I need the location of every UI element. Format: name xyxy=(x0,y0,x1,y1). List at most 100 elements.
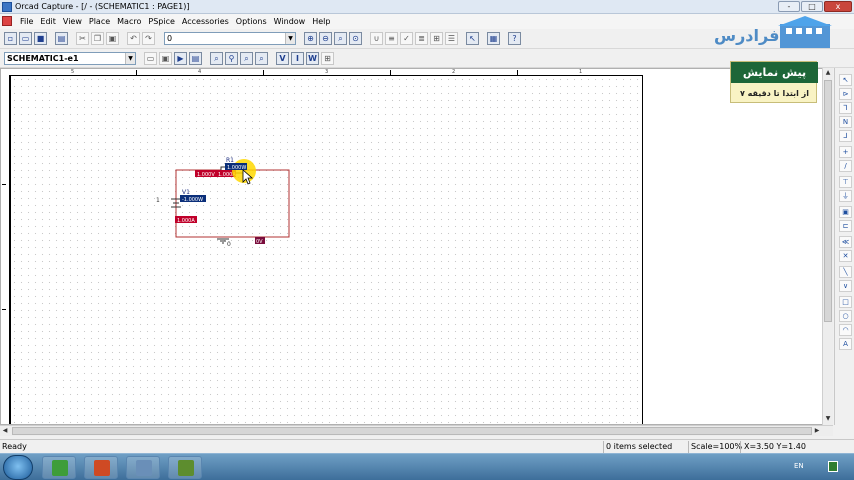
menu-file[interactable]: File xyxy=(20,14,38,29)
view-results-icon[interactable]: ▤ xyxy=(189,52,202,65)
drc-icon[interactable]: ✓ xyxy=(400,32,413,45)
voltage-marker-icon[interactable]: ⌕ xyxy=(210,52,223,65)
rectangle-icon[interactable]: □ xyxy=(839,296,852,308)
vertical-scrollbar[interactable]: ▲ ▼ xyxy=(822,68,833,425)
net-alias-icon[interactable]: N xyxy=(839,116,852,128)
arc-icon[interactable]: ◠ xyxy=(839,324,852,336)
menu-window[interactable]: Window xyxy=(274,14,311,29)
menu-pspice[interactable]: PSpice xyxy=(148,14,180,29)
maximize-button[interactable]: □ xyxy=(801,1,823,12)
ground-voltage[interactable]: 0V xyxy=(256,239,263,245)
part-combo[interactable]: 0 ▼ xyxy=(164,32,296,45)
line-icon[interactable]: ╲ xyxy=(839,266,852,278)
undo-icon[interactable]: ↶ xyxy=(127,32,140,45)
netlist-icon[interactable]: ≣ xyxy=(415,32,428,45)
power-icon[interactable]: ⊤ xyxy=(839,176,852,188)
schematic-canvas[interactable]: 5 4 3 2 1 R1 1.000W 1.000V 1.000A V1 -1.… xyxy=(0,68,833,425)
promo-subtitle: از ابتدا تا دقیقه ۷ xyxy=(740,89,809,98)
scroll-down-icon[interactable]: ▼ xyxy=(823,414,833,424)
zoom-in-icon[interactable]: ⊕ xyxy=(304,32,317,45)
cut-icon[interactable]: ✂ xyxy=(76,32,89,45)
app-icon xyxy=(2,2,12,12)
run-icon[interactable]: ▶ xyxy=(174,52,187,65)
document-icon[interactable] xyxy=(2,16,12,26)
current-display-icon[interactable]: I xyxy=(291,52,304,65)
snap-icon[interactable]: ↖ xyxy=(466,32,479,45)
wire-icon[interactable]: ⅂ xyxy=(839,102,852,114)
taskbar-app-explorer[interactable] xyxy=(126,456,160,479)
window-title: Orcad Capture - [/ - (SCHEMATIC1 : PAGE1… xyxy=(15,2,190,11)
menu-place[interactable]: Place xyxy=(89,14,115,29)
text-icon[interactable]: A xyxy=(839,338,852,350)
select-icon[interactable]: ↖ xyxy=(839,74,852,86)
chevron-down-icon[interactable]: ▼ xyxy=(125,53,135,64)
menu-macro[interactable]: Macro xyxy=(117,14,146,29)
save-icon[interactable]: ■ xyxy=(34,32,47,45)
taskbar-app-powerpoint[interactable] xyxy=(84,456,118,479)
menu-view[interactable]: View xyxy=(63,14,87,29)
hierarchical-block-icon[interactable]: ▣ xyxy=(839,206,852,218)
new-icon[interactable]: ▫ xyxy=(4,32,17,45)
junction-icon[interactable]: + xyxy=(839,146,852,158)
zoom-out-icon[interactable]: ⊖ xyxy=(319,32,332,45)
taskbar: EN xyxy=(0,453,854,480)
close-button[interactable]: x xyxy=(824,1,852,12)
project-manager-icon[interactable]: ▦ xyxy=(487,32,500,45)
menu-options[interactable]: Options xyxy=(236,14,272,29)
scroll-left-icon[interactable]: ◀ xyxy=(0,426,10,436)
circuit-wire[interactable] xyxy=(175,169,290,238)
no-connect-icon[interactable]: ✕ xyxy=(839,250,852,262)
off-page-connector-icon[interactable]: ≪ xyxy=(839,236,852,248)
menu-accessories[interactable]: Accessories xyxy=(182,14,234,29)
port-icon[interactable]: ⊏ xyxy=(839,220,852,232)
taskbar-app-camtasia[interactable] xyxy=(42,456,76,479)
menu-edit[interactable]: Edit xyxy=(40,14,61,29)
menu-help[interactable]: Help xyxy=(312,14,335,29)
zoom-fit-icon[interactable]: ⌕ xyxy=(255,52,268,65)
annotate-icon[interactable]: ∪ xyxy=(370,32,383,45)
horizontal-scrollbar[interactable]: ◀ ▶ xyxy=(0,425,833,436)
chevron-down-icon[interactable]: ▼ xyxy=(285,33,295,44)
start-button[interactable] xyxy=(3,455,33,480)
polyline-icon[interactable]: ∨ xyxy=(839,280,852,292)
bus-entry-icon[interactable]: / xyxy=(839,160,852,172)
node-label: 1 xyxy=(156,197,160,204)
help-icon[interactable]: ? xyxy=(508,32,521,45)
voltage-display-icon[interactable]: V xyxy=(276,52,289,65)
back-annotate-icon[interactable]: ≡ xyxy=(385,32,398,45)
ground-icon[interactable]: ⏚ xyxy=(839,190,852,202)
schematic-combo[interactable]: SCHEMATIC1-e1 ▼ xyxy=(4,52,136,65)
zoom-area-icon[interactable]: ⌕ xyxy=(334,32,347,45)
ellipse-icon[interactable]: ○ xyxy=(839,310,852,322)
taskbar-app-orcad[interactable] xyxy=(168,456,202,479)
current-marker-icon[interactable]: ⚲ xyxy=(225,52,238,65)
bus-icon[interactable]: ⅃ xyxy=(839,130,852,142)
scroll-right-icon[interactable]: ▶ xyxy=(812,426,822,436)
print-icon[interactable]: ▤ xyxy=(55,32,68,45)
scroll-thumb[interactable] xyxy=(12,427,812,435)
source-power[interactable]: -1.000W xyxy=(182,197,203,203)
scroll-up-icon[interactable]: ▲ xyxy=(823,68,833,78)
place-part-icon[interactable]: ⊳ xyxy=(839,88,852,100)
zoom-all-icon[interactable]: ⊙ xyxy=(349,32,362,45)
redo-icon[interactable]: ↷ xyxy=(142,32,155,45)
resistor-voltage[interactable]: 1.000V xyxy=(197,172,215,178)
power-marker-icon[interactable]: ⌕ xyxy=(240,52,253,65)
resistor-ref[interactable]: R1 xyxy=(226,157,234,164)
power-display-icon[interactable]: W xyxy=(306,52,319,65)
copy-icon[interactable]: ❐ xyxy=(91,32,104,45)
display-options-icon[interactable]: ⊞ xyxy=(321,52,334,65)
open-icon[interactable]: ▭ xyxy=(19,32,32,45)
scroll-thumb[interactable] xyxy=(824,80,832,322)
edit-simulation-icon[interactable]: ▣ xyxy=(159,52,172,65)
bom-icon[interactable]: ☰ xyxy=(445,32,458,45)
tray-app-icon[interactable] xyxy=(828,461,838,472)
crossref-icon[interactable]: ⊞ xyxy=(430,32,443,45)
new-simulation-icon[interactable]: ▭ xyxy=(144,52,157,65)
language-indicator[interactable]: EN xyxy=(794,462,804,470)
powerpoint-icon xyxy=(94,460,110,476)
paste-icon[interactable]: ▣ xyxy=(106,32,119,45)
minimize-button[interactable]: - xyxy=(778,1,800,12)
source-ref[interactable]: V1 xyxy=(182,189,190,196)
source-current[interactable]: 1.000A xyxy=(177,218,195,224)
